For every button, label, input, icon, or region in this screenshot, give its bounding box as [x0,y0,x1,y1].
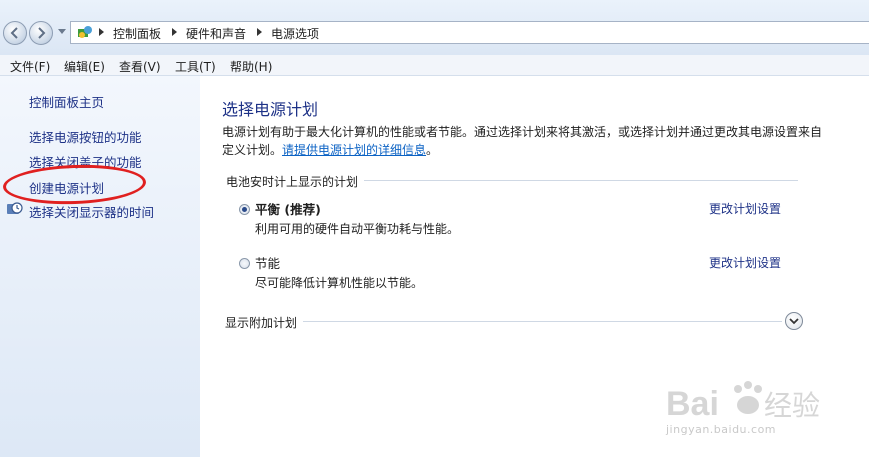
menu-view[interactable]: 查看(V) [119,58,161,75]
breadcrumb-power-options[interactable]: 电源选项 [271,25,319,42]
recent-pages-dropdown[interactable] [58,29,66,34]
plan-balanced-name[interactable]: 平衡 (推荐) [255,199,321,218]
expand-button[interactable] [785,312,803,330]
menu-edit[interactable]: 编辑(E) [64,58,105,75]
page-title: 选择电源计划 [222,100,319,119]
breadcrumb-hardware-sound[interactable]: 硬件和声音 [186,25,246,42]
chevron-down-icon [789,318,799,325]
sidebar-item-power-button[interactable]: 选择电源按钮的功能 [29,127,142,146]
sidebar-item-display-off[interactable]: 选择关闭显示器的时间 [29,202,154,221]
menu-file[interactable]: 文件(F) [10,58,50,75]
breadcrumb-separator-icon[interactable] [99,28,104,36]
menu-tools[interactable]: 工具(T) [175,58,216,75]
plan-powersaver-change-link[interactable]: 更改计划设置 [709,254,781,271]
plan-powersaver-radio[interactable] [239,258,250,269]
arrow-left-icon [10,27,18,39]
back-button[interactable] [3,21,27,45]
show-additional-plans[interactable]: 显示附加计划 [225,314,304,331]
display-clock-icon [7,202,23,214]
svg-text:经验: 经验 [764,389,820,422]
page-description: 电源计划有助于最大化计算机的性能或者节能。通过选择计划来将其激活，或选择计划并通… [222,123,822,159]
menu-help[interactable]: 帮助(H) [230,58,272,75]
plan-balanced-change-link[interactable]: 更改计划设置 [709,200,781,217]
sidebar-home-link[interactable]: 控制面板主页 [29,92,104,111]
arrow-right-icon [38,27,46,39]
description-period: 。 [426,143,439,157]
address-bar: 控制面板 硬件和声音 电源选项 [0,0,869,55]
breadcrumb-separator-icon[interactable] [257,28,262,36]
breadcrumb-control-panel[interactable]: 控制面板 [113,25,161,42]
menu-bar: 文件(F) 编辑(E) 查看(V) 工具(T) 帮助(H) [0,55,869,76]
sidebar: 控制面板主页 选择电源按钮的功能 选择关闭盖子的功能 创建电源计划 选择关闭显示… [0,76,200,457]
watermark-url: jingyan.baidu.com [666,423,777,436]
group-header: 电池安时计上显示的计划 [226,173,365,190]
svg-text:Bai: Bai [666,385,719,423]
more-divider [226,321,782,322]
forward-button[interactable] [29,21,53,45]
breadcrumb[interactable]: 控制面板 硬件和声音 电源选项 [70,21,869,44]
plan-powersaver-name[interactable]: 节能 [255,253,280,272]
plan-balanced-radio[interactable] [239,204,250,215]
control-panel-icon [78,26,92,38]
plan-powersaver-desc: 尽可能降低计算机性能以节能。 [255,276,424,290]
plan-balanced-desc: 利用可用的硬件自动平衡功耗与性能。 [255,222,460,236]
plan-details-link[interactable]: 请提供电源计划的详细信息 [282,143,426,157]
breadcrumb-separator-icon[interactable] [172,28,177,36]
